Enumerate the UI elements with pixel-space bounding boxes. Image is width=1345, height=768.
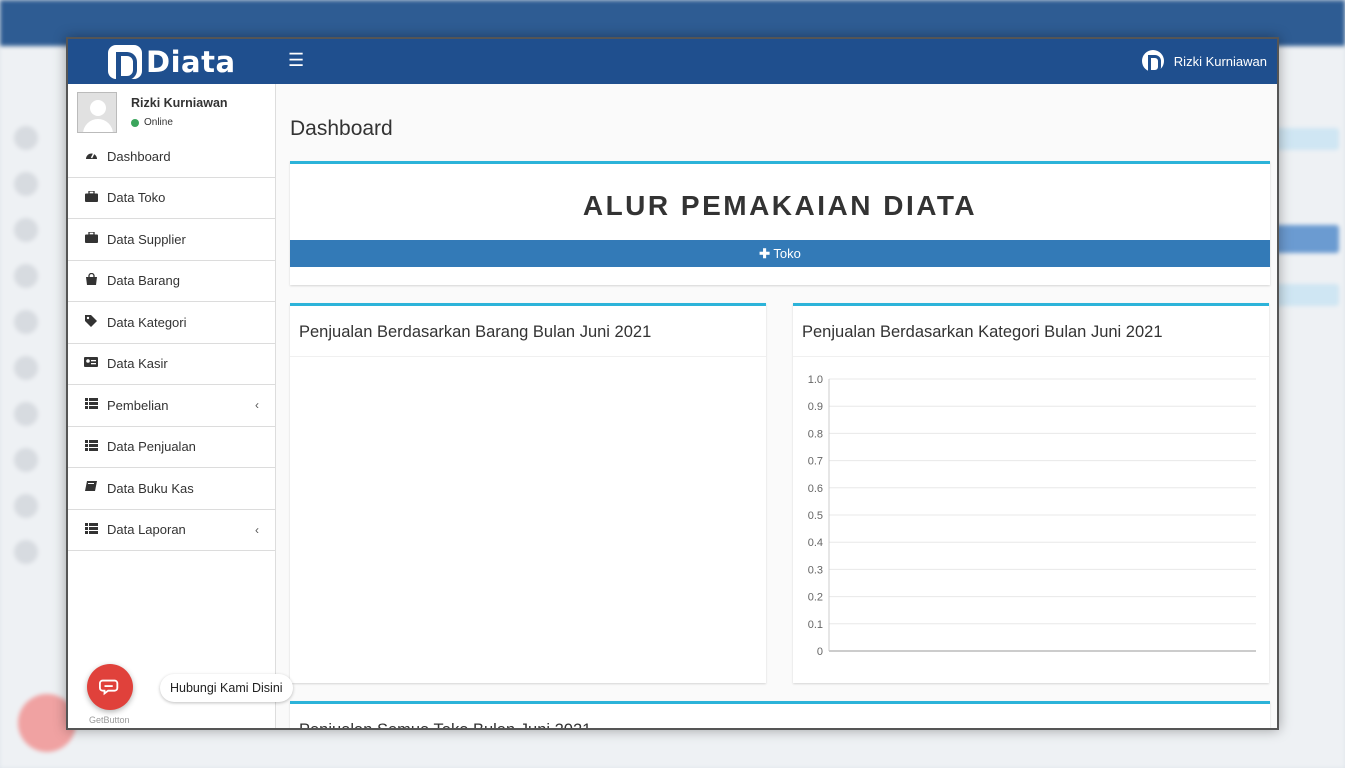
sidebar-item-pembelian[interactable]: Pembelian ‹	[68, 385, 275, 427]
book-icon	[84, 480, 98, 496]
sidebar-item-data-supplier[interactable]: Data Supplier	[68, 219, 275, 261]
main-content: Dashboard ALUR PEMAKAIAN DIATA ✚ Toko Pe…	[276, 84, 1277, 728]
diata-logo-icon	[108, 45, 142, 80]
chat-label[interactable]: Hubungi Kami Disini	[160, 674, 293, 702]
sales-by-item-title: Penjualan Berdasarkan Barang Bulan Juni …	[299, 323, 652, 341]
flow-title: ALUR PEMAKAIAN DIATA	[582, 190, 978, 221]
avatar	[77, 92, 117, 133]
list-icon	[84, 522, 98, 537]
sales-by-category-title: Penjualan Berdasarkan Kategori Bulan Jun…	[802, 323, 1163, 341]
y-tick-label: 0	[817, 646, 823, 658]
sidebar-item-data-kasir[interactable]: Data Kasir	[68, 344, 275, 385]
sidebar-item-data-laporan[interactable]: Data Laporan ‹	[68, 510, 275, 551]
page-title: Dashboard	[290, 117, 393, 140]
box-divider	[793, 356, 1269, 357]
menu-toggle-icon[interactable]: ☰	[288, 50, 304, 71]
category-chart: 0 0.1 0.2 0.3 0.4 0.5 0.6 0.7 0.8 0.9 1.0	[808, 374, 1256, 658]
sales-by-item-box: Penjualan Berdasarkan Barang Bulan Juni …	[290, 303, 766, 683]
y-tick-label: 0.7	[808, 456, 823, 468]
sales-all-stores-box: Penjualan Semua Toko Bulan Juni 2021	[290, 701, 1270, 730]
sidebar-item-label: Data Barang	[107, 273, 180, 289]
sidebar-item-data-buku-kas[interactable]: Data Buku Kas	[68, 468, 275, 510]
y-tick-label: 0.3	[808, 564, 823, 576]
sidebar-item-label: Dashboard	[107, 148, 171, 164]
sidebar-item-label: Data Supplier	[107, 231, 186, 247]
sidebar-item-data-barang[interactable]: Data Barang	[68, 261, 275, 302]
add-toko-button[interactable]: ✚ Toko	[290, 240, 1270, 267]
box-divider	[290, 356, 766, 357]
sidebar-item-label: Data Penjualan	[107, 439, 196, 455]
sidebar-item-data-kategori[interactable]: Data Kategori	[68, 302, 275, 344]
y-tick-label: 0.9	[808, 401, 823, 413]
chat-bubble-icon	[99, 679, 119, 696]
chevron-left-icon: ‹	[255, 522, 259, 537]
y-tick-label: 0.4	[808, 537, 823, 549]
usage-flow-box: ALUR PEMAKAIAN DIATA ✚ Toko	[290, 161, 1270, 285]
briefcase-icon	[84, 231, 98, 246]
sales-all-stores-title: Penjualan Semua Toko Bulan Juni 2021	[299, 721, 592, 730]
list-icon	[84, 398, 98, 412]
user-name: Rizki Kurniawan	[1173, 53, 1267, 69]
user-panel: Rizki Kurniawan Online	[68, 84, 275, 136]
profile-name: Rizki Kurniawan	[131, 96, 228, 110]
sales-by-category-box: Penjualan Berdasarkan Kategori Bulan Jun…	[793, 303, 1269, 683]
sidebar-item-label: Data Laporan	[107, 522, 186, 538]
sidebar-item-label: Data Kasir	[107, 356, 168, 372]
y-tick-label: 0.5	[808, 510, 823, 522]
user-menu[interactable]: Rizki Kurniawan	[1141, 50, 1267, 73]
y-tick-label: 0.2	[808, 592, 823, 604]
sidebar: Rizki Kurniawan Online Dashboard Data To…	[68, 84, 276, 728]
sidebar-item-data-toko[interactable]: Data Toko	[68, 178, 275, 219]
sidebar-item-label: Data Buku Kas	[107, 480, 194, 496]
chevron-left-icon: ‹	[255, 398, 259, 413]
tachometer-icon	[84, 149, 98, 163]
sidebar-item-label: Pembelian	[107, 397, 169, 413]
chat-button[interactable]	[87, 664, 133, 710]
y-tick-label: 0.6	[808, 483, 823, 495]
y-tick-label: 0.1	[808, 619, 823, 631]
y-tick-label: 0.8	[808, 428, 823, 440]
status-text: Online	[144, 117, 173, 128]
user-avatar-icon	[1141, 50, 1164, 73]
brand-logo[interactable]: Diata	[108, 45, 236, 80]
online-status-icon	[131, 118, 139, 127]
profile-status: Online	[131, 117, 173, 128]
sidebar-item-dashboard[interactable]: Dashboard	[68, 136, 275, 178]
sidebar-item-data-penjualan[interactable]: Data Penjualan	[68, 427, 275, 468]
shopping-bag-icon	[84, 273, 98, 288]
list-icon	[84, 439, 98, 454]
brand-name: Diata	[146, 45, 236, 79]
app-window: Diata ☰ Rizki Kurniawan Rizki Kurniawan …	[66, 37, 1279, 730]
id-card-icon	[84, 357, 98, 370]
sidebar-item-label: Data Kategori	[107, 314, 187, 330]
top-navbar: Diata ☰ Rizki Kurniawan	[68, 39, 1277, 84]
y-tick-label: 1.0	[808, 374, 823, 386]
sidebar-item-label: Data Toko	[107, 190, 166, 206]
briefcase-icon	[84, 190, 98, 205]
getbutton-brand: GetButton	[89, 715, 130, 725]
tag-icon	[84, 314, 98, 330]
plus-icon: ✚	[759, 246, 771, 261]
add-toko-label: Toko	[773, 246, 801, 261]
